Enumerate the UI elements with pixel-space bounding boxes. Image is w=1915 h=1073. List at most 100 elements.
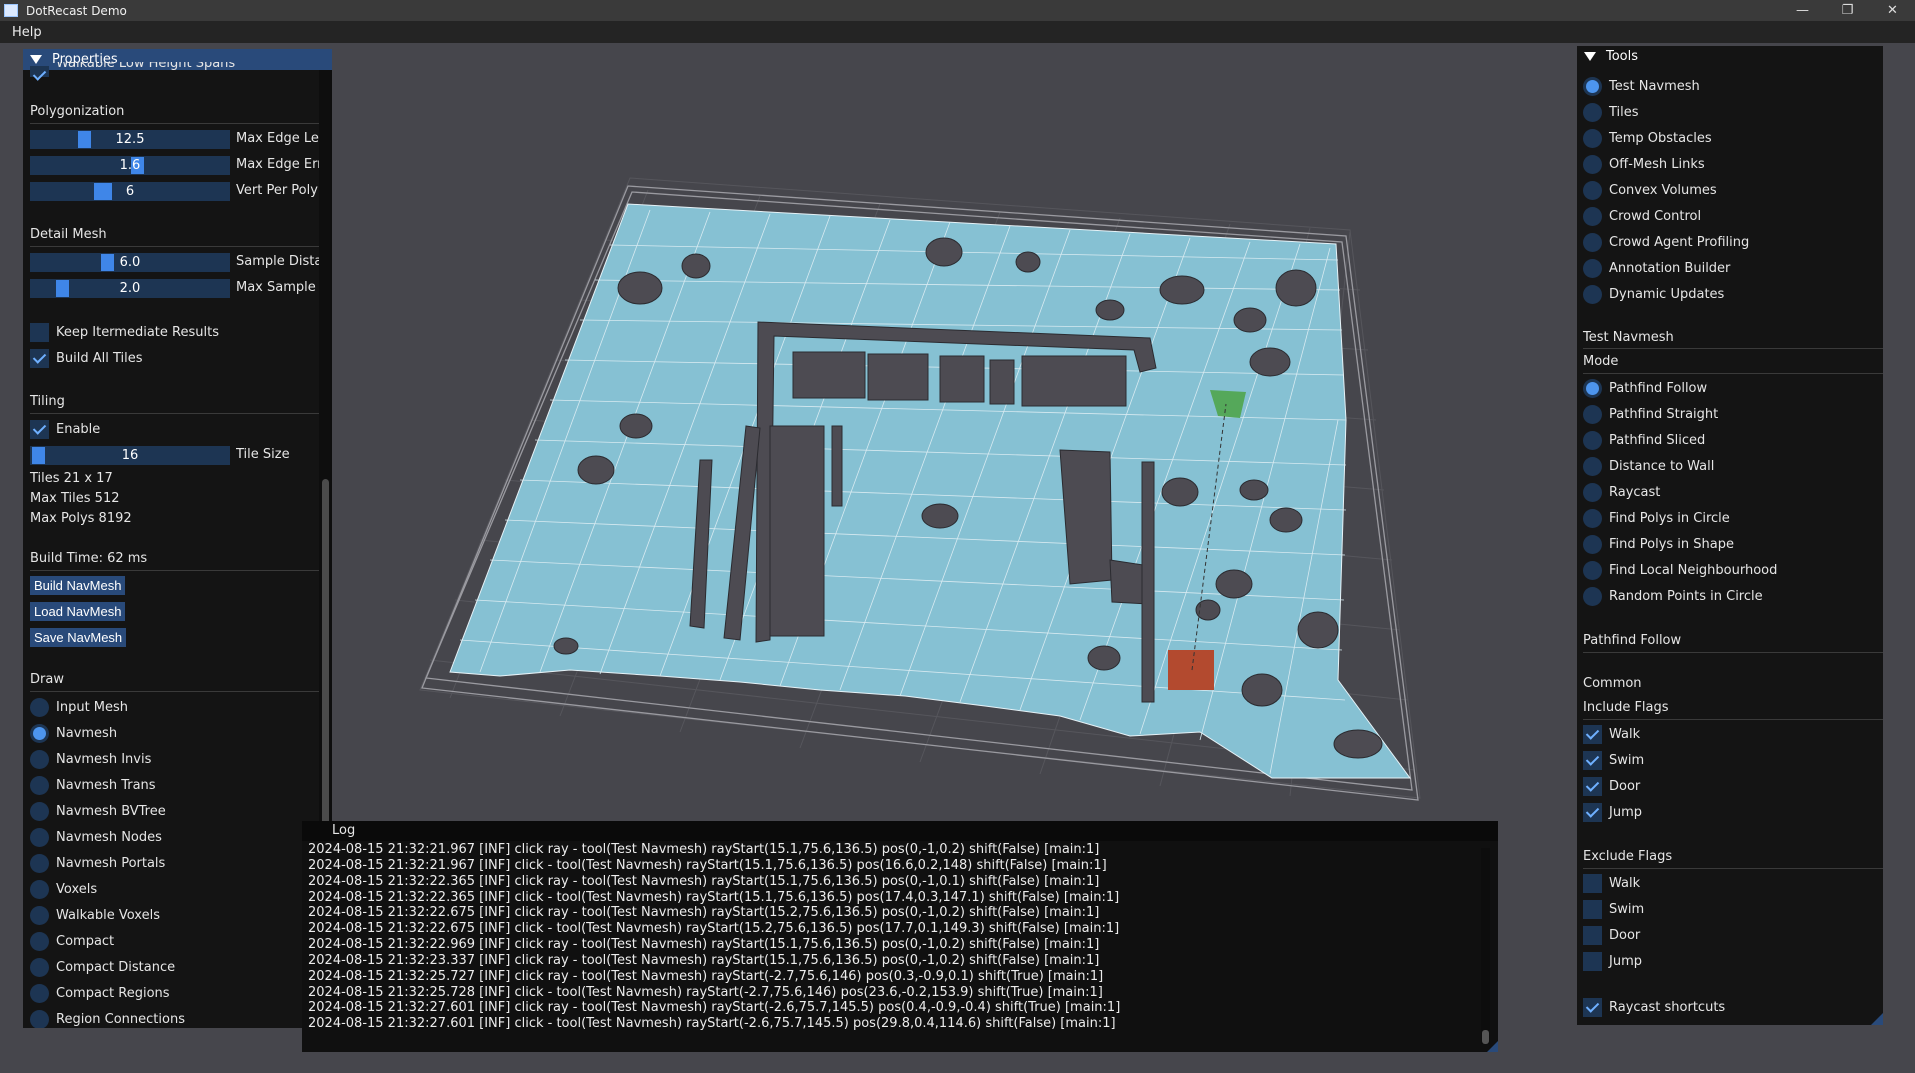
draw-option-label: Voxels bbox=[56, 882, 98, 897]
mode-find-local-neighbourhood-radio[interactable] bbox=[1583, 561, 1602, 580]
tools-header[interactable]: Tools bbox=[1577, 46, 1883, 67]
minimize-button[interactable]: — bbox=[1780, 0, 1825, 21]
draw-compact-regions-radio[interactable] bbox=[30, 984, 49, 1003]
mode-find-polys-circle-radio[interactable] bbox=[1583, 509, 1602, 528]
tool-crowd-agent-profiling-radio[interactable] bbox=[1583, 233, 1602, 252]
raycast-shortcuts-checkbox[interactable] bbox=[1583, 998, 1602, 1017]
tool-convex-volumes-radio[interactable] bbox=[1583, 181, 1602, 200]
close-button[interactable]: ✕ bbox=[1870, 0, 1915, 21]
log-scrollbar[interactable] bbox=[1481, 848, 1490, 1044]
tool-annotation-builder-radio[interactable] bbox=[1583, 259, 1602, 278]
log-line: 2024-08-15 21:32:21.967 [INF] click ray … bbox=[308, 842, 1100, 857]
tiling-enable-checkbox[interactable] bbox=[30, 420, 49, 439]
keep-intermediate-checkbox[interactable] bbox=[30, 323, 49, 342]
draw-walkable-voxels-radio[interactable] bbox=[30, 906, 49, 925]
tool-crowd-control-radio[interactable] bbox=[1583, 207, 1602, 226]
resize-grip[interactable] bbox=[1487, 1041, 1498, 1052]
tool-tiles-radio[interactable] bbox=[1583, 103, 1602, 122]
tile-size-slider[interactable]: 16 bbox=[30, 446, 230, 465]
slider-value: 6 bbox=[125, 184, 135, 199]
draw-navmesh-nodes-radio[interactable] bbox=[30, 828, 49, 847]
max-edge-length-label: Max Edge Length bbox=[236, 131, 328, 146]
divider bbox=[30, 246, 320, 247]
draw-compact-distance-radio[interactable] bbox=[30, 958, 49, 977]
sample-distance-slider[interactable]: 6.0 bbox=[30, 253, 230, 272]
draw-input-mesh-radio[interactable] bbox=[30, 698, 49, 717]
walkable-low-height-checkbox[interactable] bbox=[30, 66, 49, 77]
divider bbox=[1583, 652, 1883, 653]
tool-label: Crowd Agent Profiling bbox=[1609, 235, 1750, 250]
mode-random-points-circle-radio[interactable] bbox=[1583, 587, 1602, 606]
draw-option-label: Walkable Voxels bbox=[56, 908, 160, 923]
mode-label: Find Polys in Circle bbox=[1609, 511, 1730, 526]
app-icon bbox=[4, 4, 18, 17]
properties-panel: Properties Walkable Low Height Spans Pol… bbox=[23, 49, 332, 1028]
include-swim-checkbox[interactable] bbox=[1583, 751, 1602, 770]
max-edge-length-slider[interactable]: 12.5 bbox=[30, 130, 230, 149]
restore-button[interactable]: ❐ bbox=[1825, 0, 1870, 21]
draw-option-label: Navmesh Nodes bbox=[56, 830, 162, 845]
draw-navmesh-trans-radio[interactable] bbox=[30, 776, 49, 795]
draw-navmesh-invis-radio[interactable] bbox=[30, 750, 49, 769]
mode-title: Mode bbox=[1583, 354, 1619, 369]
exclude-door-checkbox[interactable] bbox=[1583, 926, 1602, 945]
draw-navmesh-portals-radio[interactable] bbox=[30, 854, 49, 873]
slider-value: 2.0 bbox=[119, 281, 141, 296]
vert-per-poly-slider[interactable]: 6 bbox=[30, 182, 230, 201]
build-time-label: Build Time: 62 ms bbox=[30, 551, 148, 566]
exclude-flags-title: Exclude Flags bbox=[1583, 849, 1673, 864]
sample-distance-label: Sample Distance bbox=[236, 254, 328, 269]
walkable-low-height-label: Walkable Low Height Spans bbox=[56, 62, 236, 71]
mode-find-polys-shape-radio[interactable] bbox=[1583, 535, 1602, 554]
divider bbox=[30, 691, 320, 692]
resize-grip[interactable] bbox=[1871, 1013, 1883, 1025]
mode-pathfind-follow-radio[interactable] bbox=[1583, 379, 1602, 398]
divider bbox=[30, 123, 320, 124]
exclude-walk-checkbox[interactable] bbox=[1583, 874, 1602, 893]
slider-value: 16 bbox=[121, 448, 139, 463]
draw-navmesh-bvtree-radio[interactable] bbox=[30, 802, 49, 821]
tool-offmesh-links-radio[interactable] bbox=[1583, 155, 1602, 174]
log-title: Log bbox=[332, 823, 356, 838]
log-panel: Log 2024-08-15 21:32:21.967 [INF] click … bbox=[302, 821, 1498, 1052]
tool-label: Crowd Control bbox=[1609, 209, 1702, 224]
draw-option-label: Navmesh BVTree bbox=[56, 804, 166, 819]
save-navmesh-button[interactable]: Save NavMesh bbox=[30, 628, 127, 647]
slider-value: 6.0 bbox=[119, 255, 141, 270]
test-navmesh-section-title: Test Navmesh bbox=[1583, 330, 1674, 345]
draw-navmesh-radio[interactable] bbox=[30, 724, 49, 743]
max-sample-error-slider[interactable]: 2.0 bbox=[30, 279, 230, 298]
include-door-checkbox[interactable] bbox=[1583, 777, 1602, 796]
mode-pathfind-sliced-radio[interactable] bbox=[1583, 431, 1602, 450]
tool-dynamic-updates-radio[interactable] bbox=[1583, 285, 1602, 304]
log-line: 2024-08-15 21:32:22.969 [INF] click ray … bbox=[308, 937, 1100, 953]
collapse-arrow-icon[interactable] bbox=[1584, 52, 1596, 61]
tool-temp-obstacles-radio[interactable] bbox=[1583, 129, 1602, 148]
mode-pathfind-straight-radio[interactable] bbox=[1583, 405, 1602, 424]
max-edge-error-slider[interactable]: 1.6 bbox=[30, 156, 230, 175]
build-all-tiles-checkbox[interactable] bbox=[30, 349, 49, 368]
exclude-jump-checkbox[interactable] bbox=[1583, 952, 1602, 971]
tool-label: Convex Volumes bbox=[1609, 183, 1717, 198]
menu-help[interactable]: Help bbox=[12, 25, 42, 40]
draw-compact-radio[interactable] bbox=[30, 932, 49, 951]
start-marker bbox=[1168, 650, 1214, 690]
draw-voxels-radio[interactable] bbox=[30, 880, 49, 899]
exclude-door-label: Door bbox=[1609, 928, 1641, 943]
mode-raycast-radio[interactable] bbox=[1583, 483, 1602, 502]
tool-test-navmesh-radio[interactable] bbox=[1583, 77, 1602, 96]
collapse-arrow-icon[interactable] bbox=[30, 55, 42, 64]
load-navmesh-button[interactable]: Load NavMesh bbox=[30, 602, 126, 621]
include-jump-checkbox[interactable] bbox=[1583, 803, 1602, 822]
include-walk-checkbox[interactable] bbox=[1583, 725, 1602, 744]
mode-label: Distance to Wall bbox=[1609, 459, 1715, 474]
draw-option-label: Navmesh Trans bbox=[56, 778, 156, 793]
log-line: 2024-08-15 21:32:25.728 [INF] click - to… bbox=[308, 984, 1103, 1000]
log-header[interactable]: Log bbox=[302, 821, 1498, 841]
build-navmesh-button[interactable]: Build NavMesh bbox=[30, 576, 126, 595]
tool-label: Annotation Builder bbox=[1609, 261, 1731, 276]
include-walk-label: Walk bbox=[1609, 727, 1641, 742]
draw-region-connections-radio[interactable] bbox=[30, 1010, 49, 1028]
mode-distance-to-wall-radio[interactable] bbox=[1583, 457, 1602, 476]
exclude-swim-checkbox[interactable] bbox=[1583, 900, 1602, 919]
